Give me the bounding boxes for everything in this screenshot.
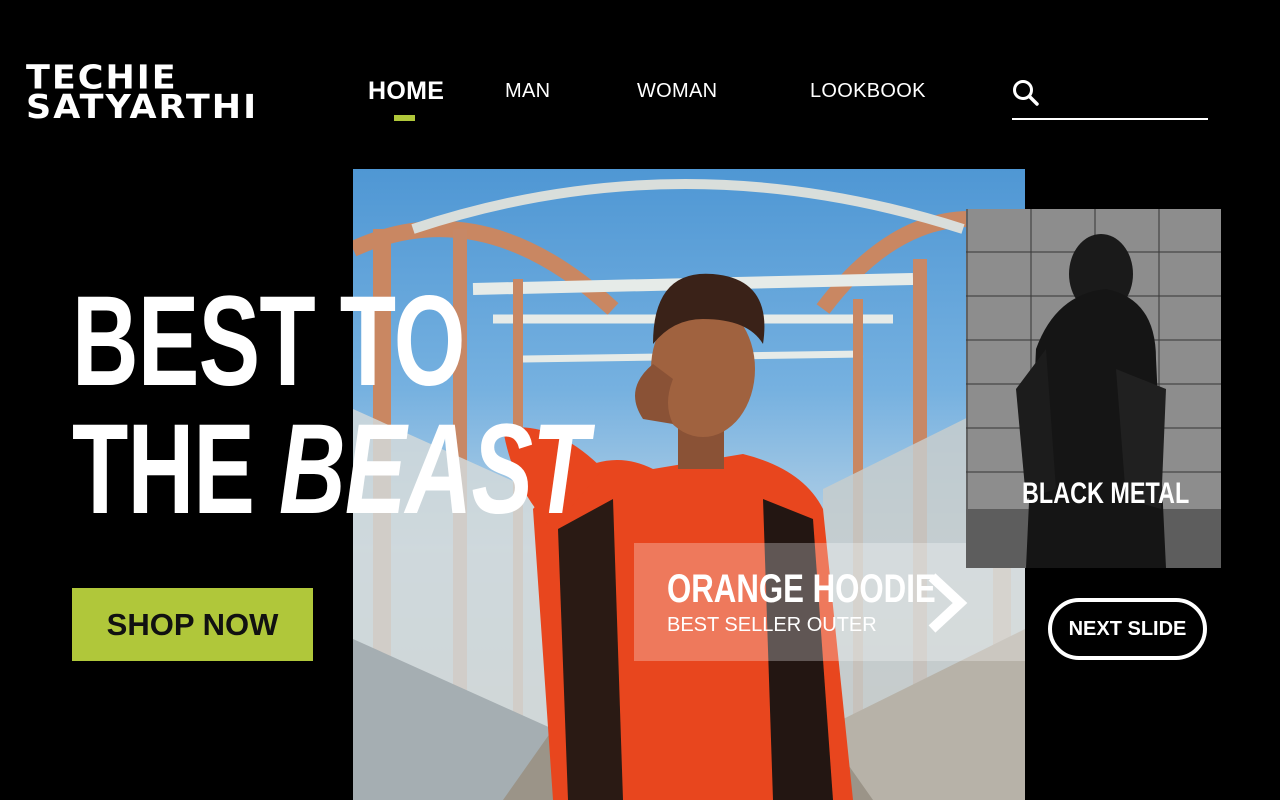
product-subtitle: BEST SELLER OUTER [667, 614, 877, 636]
nav-woman[interactable]: WOMAN [637, 80, 717, 103]
product-title: ORANGE HOODIE [667, 567, 936, 611]
next-slide-button[interactable]: NEXT SLIDE [1048, 598, 1207, 660]
nav-man[interactable]: MAN [505, 80, 550, 103]
page: TECHIE SATYARTHI HOME MAN WOMAN LOOKBOOK [0, 0, 1280, 800]
brand-logo[interactable]: TECHIE SATYARTHI [26, 62, 259, 127]
chevron-right-icon[interactable] [924, 573, 968, 633]
headline-italic-word: BEAST [279, 398, 588, 541]
nav-lookbook[interactable]: LOOKBOOK [810, 80, 926, 103]
search-input[interactable] [1052, 80, 1206, 112]
shop-now-button[interactable]: SHOP NOW [72, 588, 313, 661]
search-bar[interactable] [1012, 76, 1208, 120]
nav-active-indicator [394, 115, 415, 121]
headline-line-2: THE BEAST [72, 406, 589, 534]
next-product-preview[interactable]: BLACK METAL [966, 209, 1221, 568]
headline-regular-word: THE [72, 398, 255, 541]
nav-home[interactable]: HOME [368, 77, 444, 106]
hero-headline: BEST TO THE BEAST [72, 278, 589, 534]
search-icon[interactable] [1012, 79, 1040, 107]
brand-line-2: SATYARTHI [26, 88, 259, 127]
headline-line-1: BEST TO [72, 270, 465, 413]
preview-illustration [966, 234, 1221, 568]
preview-label: BLACK METAL [1022, 477, 1190, 510]
